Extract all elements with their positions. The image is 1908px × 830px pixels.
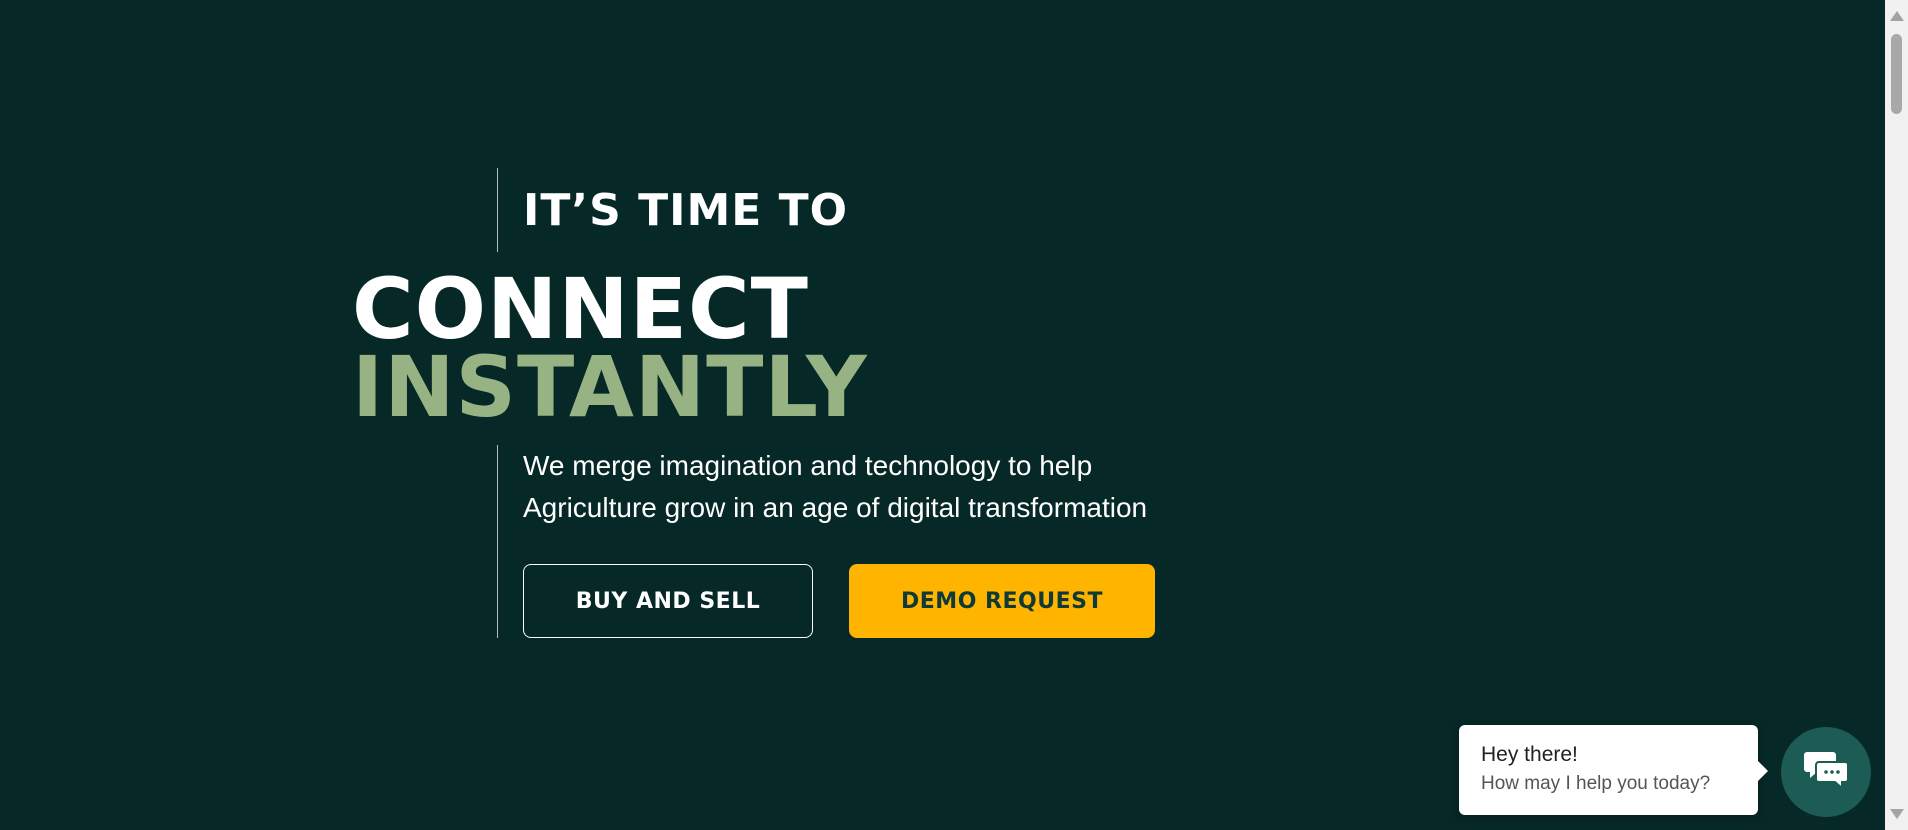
chat-launcher-button[interactable] bbox=[1781, 727, 1871, 817]
demo-request-button[interactable]: DEMO REQUEST bbox=[849, 564, 1155, 638]
hero-headline-accent: INSTANTLY bbox=[352, 338, 868, 436]
chat-greeting-bubble[interactable]: Hey there! How may I help you today? bbox=[1459, 725, 1768, 815]
hero-lede-line-2: Agriculture grow in an age of digital tr… bbox=[523, 492, 1148, 523]
chat-icon bbox=[1801, 748, 1851, 797]
page: IT’S TIME TO CONNECT INSTANTLY We merge … bbox=[0, 0, 1908, 830]
scroll-down-arrow-icon[interactable] bbox=[1890, 809, 1904, 819]
hero-divider-top bbox=[497, 168, 498, 252]
hero-divider-bottom bbox=[497, 445, 498, 638]
scroll-thumb[interactable] bbox=[1891, 34, 1902, 114]
hero-eyebrow: IT’S TIME TO bbox=[523, 185, 849, 236]
hero-lede-line-1: We merge imagination and technology to h… bbox=[523, 450, 1093, 481]
buy-and-sell-button[interactable]: BUY AND SELL bbox=[523, 564, 813, 638]
scroll-up-arrow-icon[interactable] bbox=[1890, 11, 1904, 21]
vertical-scrollbar[interactable] bbox=[1885, 0, 1908, 830]
chat-greeting-title: Hey there! bbox=[1481, 743, 1578, 766]
hero-lede: We merge imagination and technology to h… bbox=[523, 445, 1243, 529]
chat-greeting-prompt: How may I help you today? bbox=[1481, 773, 1711, 794]
